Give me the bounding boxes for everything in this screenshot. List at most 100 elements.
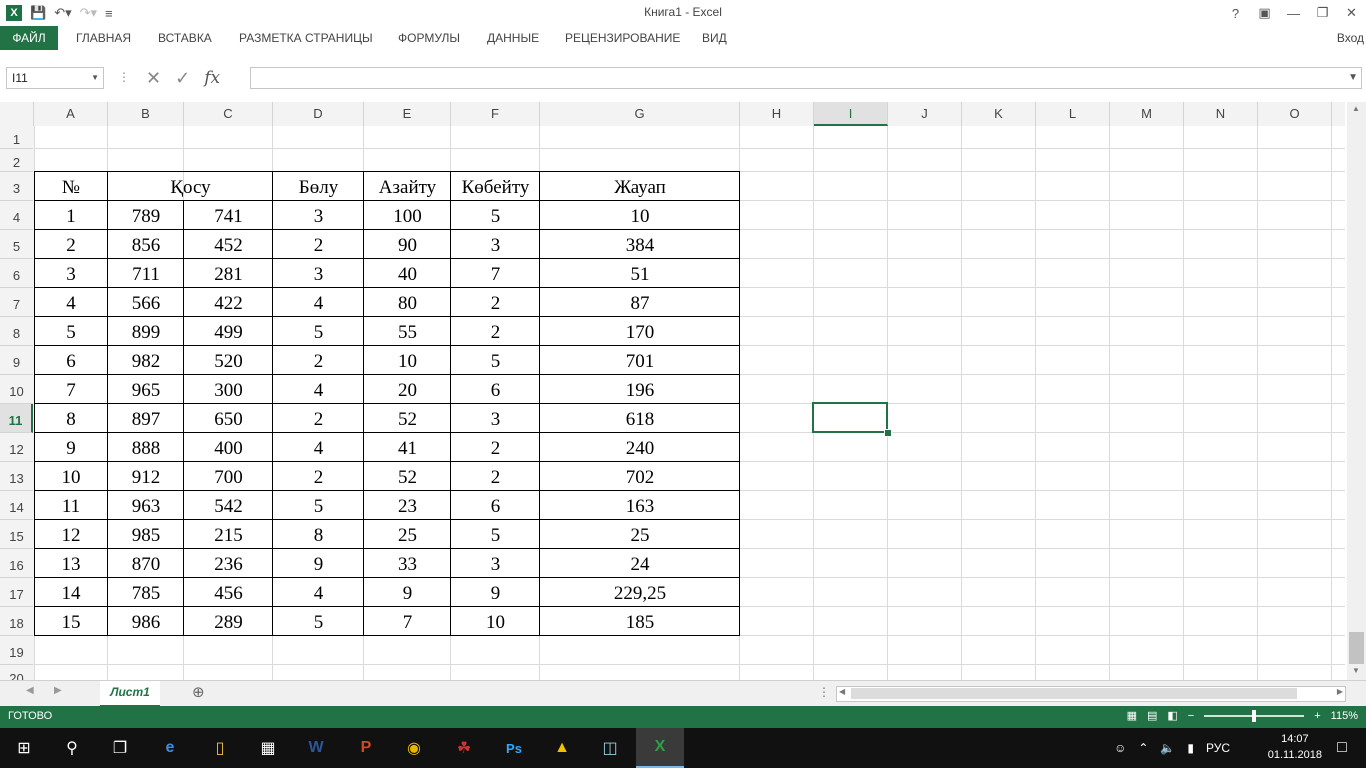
column-header[interactable]: M <box>1110 102 1184 126</box>
table-cell[interactable]: 185 <box>540 607 740 636</box>
table-cell[interactable]: 289 <box>184 607 273 636</box>
table-header-cell[interactable]: Қосу <box>108 172 273 201</box>
table-header-cell[interactable]: № <box>34 172 108 201</box>
powerpoint-icon[interactable]: P <box>342 728 390 768</box>
table-cell[interactable]: 25 <box>540 520 740 549</box>
windows-start-icon[interactable]: ⊞ <box>0 728 48 768</box>
row-header[interactable]: 8 <box>0 317 33 346</box>
table-cell[interactable]: 2 <box>451 433 540 462</box>
table-cell[interactable]: 3 <box>273 201 364 230</box>
keyboard-language[interactable]: РУС <box>1206 741 1230 755</box>
save-icon[interactable]: 💾 <box>30 5 46 21</box>
scroll-left-icon[interactable]: ◀ <box>839 687 845 696</box>
table-cell[interactable]: 55 <box>364 317 451 346</box>
row-header[interactable]: 6 <box>0 259 33 288</box>
table-cell[interactable]: 40 <box>364 259 451 288</box>
row-header[interactable]: 18 <box>0 607 33 636</box>
search-icon[interactable]: ⚲ <box>48 728 96 768</box>
table-cell[interactable]: 2 <box>451 288 540 317</box>
zoom-in-icon[interactable]: + <box>1314 710 1320 722</box>
task-view-icon[interactable]: ❐ <box>96 728 144 768</box>
table-cell[interactable]: 10 <box>540 201 740 230</box>
column-header[interactable]: G <box>540 102 740 126</box>
table-cell[interactable]: 23 <box>364 491 451 520</box>
table-cell[interactable]: 3 <box>451 404 540 433</box>
table-cell[interactable]: 12 <box>34 520 108 549</box>
select-all-corner[interactable] <box>0 102 34 126</box>
table-cell[interactable]: 10 <box>34 462 108 491</box>
tab-formulas[interactable]: ФОРМУЛЫ <box>398 26 460 50</box>
table-cell[interactable]: 400 <box>184 433 273 462</box>
table-cell[interactable]: 618 <box>540 404 740 433</box>
row-header[interactable]: 13 <box>0 462 33 491</box>
table-cell[interactable]: 982 <box>108 346 184 375</box>
insert-function-icon[interactable]: fx <box>204 68 220 88</box>
table-header-cell[interactable]: Азайту <box>364 172 451 201</box>
table-cell[interactable]: 90 <box>364 230 451 259</box>
zoom-level[interactable]: 115% <box>1331 710 1358 722</box>
enter-icon[interactable]: ✓ <box>175 68 190 89</box>
table-cell[interactable]: 3 <box>451 549 540 578</box>
table-cell[interactable]: 2 <box>273 462 364 491</box>
table-cell[interactable]: 7 <box>364 607 451 636</box>
table-cell[interactable]: 789 <box>108 201 184 230</box>
table-cell[interactable]: 2 <box>273 346 364 375</box>
table-cell[interactable]: 52 <box>364 462 451 491</box>
table-cell[interactable]: 2 <box>273 404 364 433</box>
row-header[interactable]: 15 <box>0 520 33 549</box>
column-header[interactable]: B <box>108 102 184 126</box>
table-cell[interactable]: 281 <box>184 259 273 288</box>
clock[interactable]: 14:07 01.11.2018 <box>1268 731 1322 763</box>
table-cell[interactable]: 2 <box>451 462 540 491</box>
close-icon[interactable]: ✕ <box>1337 0 1366 26</box>
table-cell[interactable]: 650 <box>184 404 273 433</box>
table-cell[interactable]: 5 <box>451 201 540 230</box>
people-icon[interactable]: ☺ <box>1114 741 1126 755</box>
calculator-icon[interactable]: ▦ <box>244 728 292 768</box>
table-cell[interactable]: 100 <box>364 201 451 230</box>
table-cell[interactable]: 3 <box>273 259 364 288</box>
table-cell[interactable]: 2 <box>34 230 108 259</box>
row-header[interactable]: 20 <box>0 665 33 680</box>
table-cell[interactable]: 9 <box>34 433 108 462</box>
table-cell[interactable]: 236 <box>184 549 273 578</box>
page-break-view-icon[interactable]: ◧ <box>1167 709 1177 722</box>
column-header[interactable]: A <box>34 102 108 126</box>
column-header[interactable]: C <box>184 102 273 126</box>
word-icon[interactable]: W <box>292 728 340 768</box>
table-cell[interactable]: 33 <box>364 549 451 578</box>
tab-view[interactable]: ВИД <box>702 26 727 50</box>
table-cell[interactable]: 5 <box>34 317 108 346</box>
table-cell[interactable]: 700 <box>184 462 273 491</box>
column-header[interactable]: N <box>1184 102 1258 126</box>
row-header[interactable]: 16 <box>0 549 33 578</box>
scroll-up-icon[interactable]: ▲ <box>1352 104 1360 113</box>
chevron-up-icon[interactable]: ⌃ <box>1138 741 1148 755</box>
tab-review[interactable]: РЕЦЕНЗИРОВАНИЕ <box>565 26 680 50</box>
table-cell[interactable]: 456 <box>184 578 273 607</box>
minimize-icon[interactable]: — <box>1279 0 1308 26</box>
photoshop-icon[interactable]: Ps <box>490 728 538 768</box>
row-header[interactable]: 17 <box>0 578 33 607</box>
table-cell[interactable]: 711 <box>108 259 184 288</box>
column-header-selected[interactable]: I <box>814 102 888 126</box>
formula-input[interactable] <box>250 67 1362 89</box>
table-cell[interactable]: 963 <box>108 491 184 520</box>
table-cell[interactable]: 13 <box>34 549 108 578</box>
column-header[interactable]: O <box>1258 102 1332 126</box>
table-cell[interactable]: 25 <box>364 520 451 549</box>
table-cell[interactable]: 3 <box>451 230 540 259</box>
table-cell[interactable]: 20 <box>364 375 451 404</box>
table-cell[interactable]: 702 <box>540 462 740 491</box>
battery-icon[interactable]: ▮ <box>1187 741 1194 755</box>
table-cell[interactable]: 985 <box>108 520 184 549</box>
table-cell[interactable]: 6 <box>34 346 108 375</box>
table-cell[interactable]: 300 <box>184 375 273 404</box>
next-sheet-icon[interactable]: ▶ <box>54 685 62 696</box>
table-cell[interactable]: 520 <box>184 346 273 375</box>
table-cell[interactable]: 870 <box>108 549 184 578</box>
table-cell[interactable]: 5 <box>451 346 540 375</box>
table-cell[interactable]: 4 <box>273 433 364 462</box>
row-header[interactable]: 5 <box>0 230 33 259</box>
table-cell[interactable]: 897 <box>108 404 184 433</box>
